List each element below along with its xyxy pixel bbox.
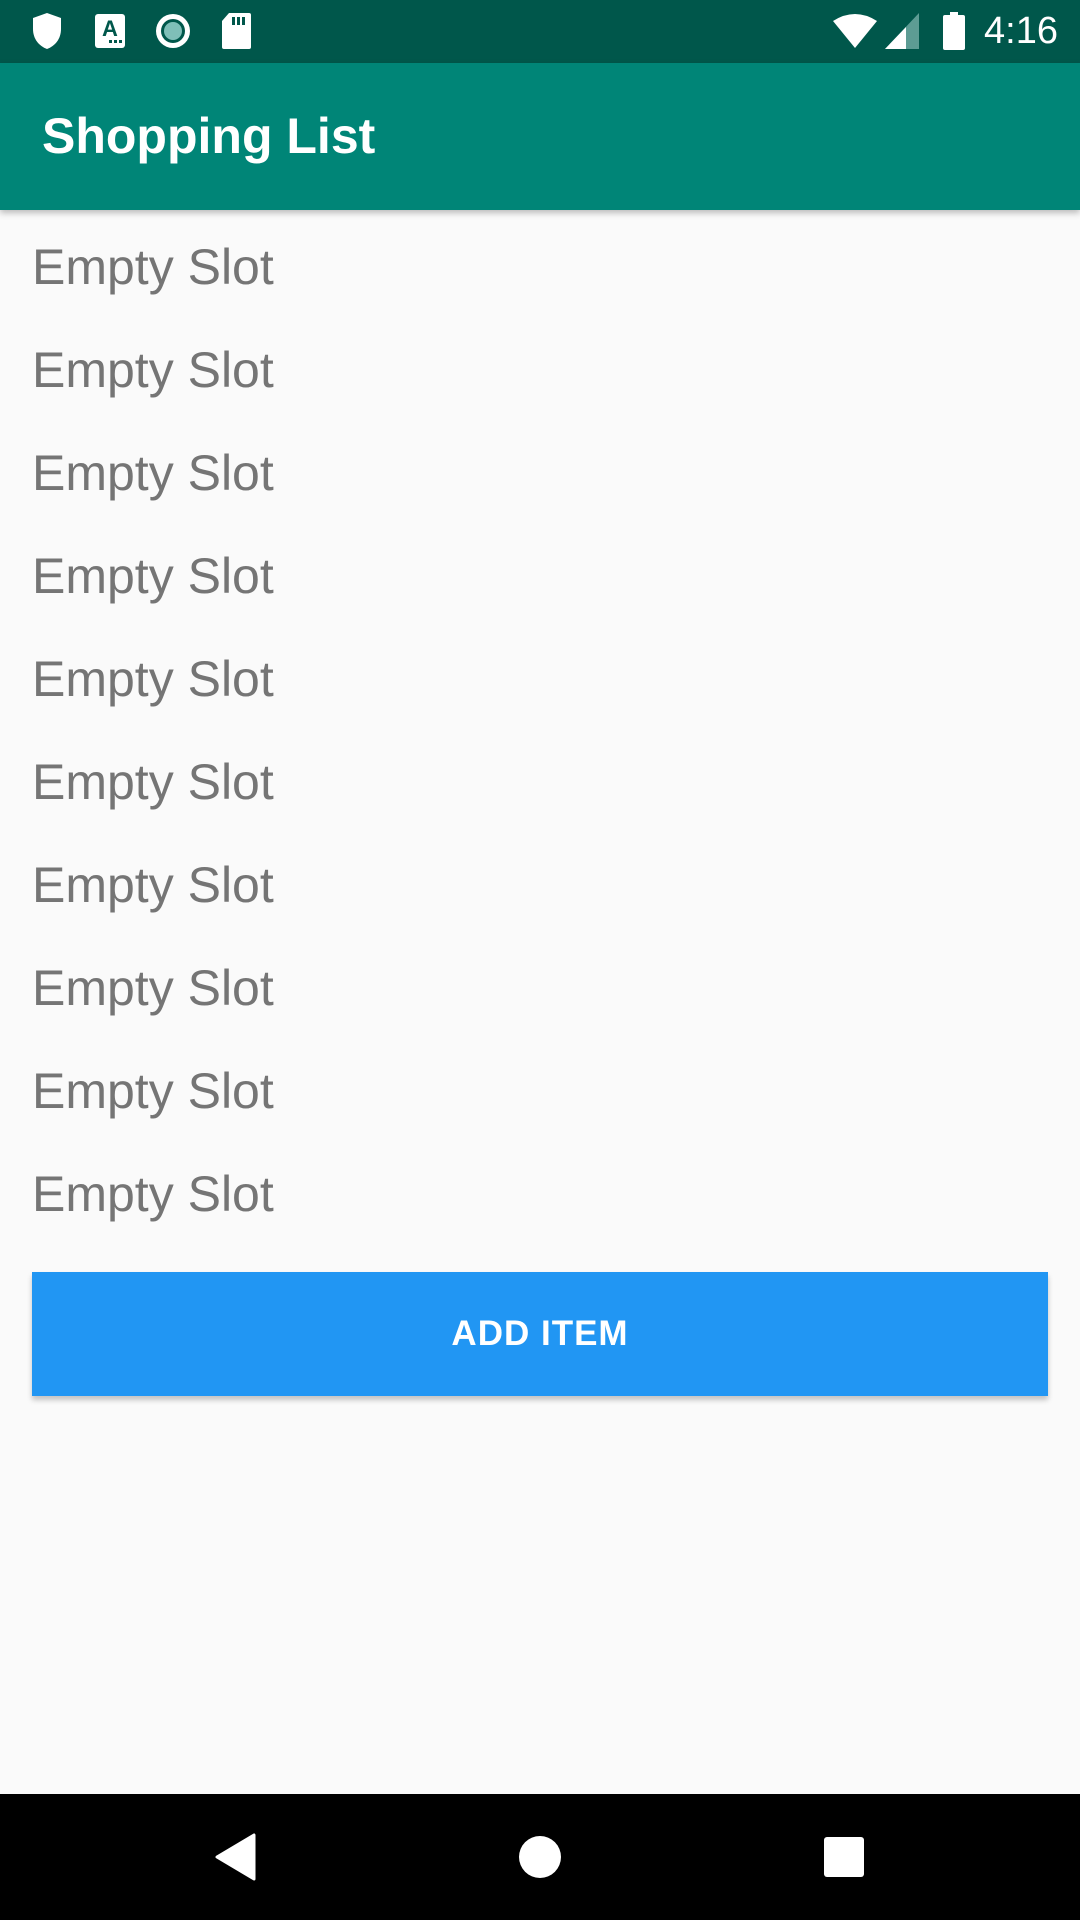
svg-text:A: A — [102, 16, 118, 41]
home-icon[interactable] — [510, 1827, 570, 1887]
list-item[interactable]: Empty Slot — [0, 834, 1080, 937]
sd-card-icon — [220, 12, 252, 50]
list-item[interactable]: Empty Slot — [0, 422, 1080, 525]
cell-signal-icon — [884, 12, 920, 50]
page-title: Shopping List — [42, 108, 376, 164]
list-item[interactable]: Empty Slot — [0, 1143, 1080, 1246]
status-time: 4:16 — [984, 10, 1058, 52]
list-item[interactable]: Empty Slot — [0, 1040, 1080, 1143]
navigation-bar — [0, 1794, 1080, 1920]
app-bar: Shopping List — [0, 63, 1080, 210]
list-item[interactable]: Empty Slot — [0, 525, 1080, 628]
list-item[interactable]: Empty Slot — [0, 731, 1080, 834]
status-bar: A 4:16 — [0, 0, 1080, 63]
font-a-icon: A — [94, 12, 126, 50]
shopping-list: Empty Slot Empty Slot Empty Slot Empty S… — [0, 216, 1080, 1246]
circle-record-icon — [153, 12, 193, 50]
list-item[interactable]: Empty Slot — [0, 628, 1080, 731]
screen: A 4:16 Shopping List Empty Slot Empty Sl… — [0, 0, 1080, 1920]
recents-icon[interactable] — [814, 1827, 874, 1887]
wifi-icon — [832, 12, 878, 50]
back-icon[interactable] — [206, 1827, 266, 1887]
list-item[interactable]: Empty Slot — [0, 319, 1080, 422]
shield-icon — [30, 12, 64, 50]
list-item[interactable]: Empty Slot — [0, 216, 1080, 319]
battery-icon — [942, 12, 966, 50]
add-item-button[interactable]: ADD ITEM — [32, 1272, 1048, 1396]
list-item[interactable]: Empty Slot — [0, 937, 1080, 1040]
